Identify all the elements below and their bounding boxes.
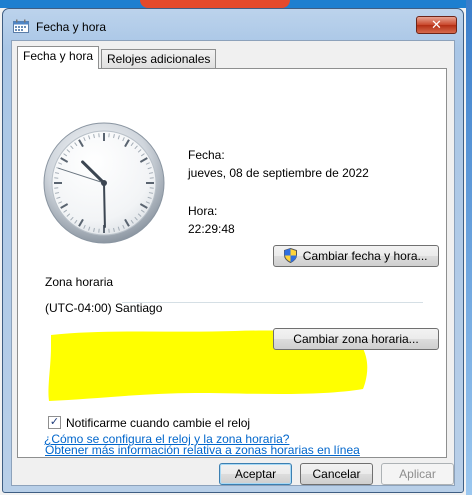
window-title: Fecha y hora [36, 20, 107, 34]
close-icon: ✕ [431, 17, 442, 32]
notify-label[interactable]: Notificarme cuando cambie el reloj [66, 416, 250, 430]
howto-link[interactable]: ¿Cómo se configura el reloj y la zona ho… [44, 432, 289, 446]
cancel-button[interactable]: Cancelar [300, 463, 373, 485]
date-label: Fecha: [188, 148, 225, 162]
timezone-section-label: Zona horaria [45, 275, 114, 289]
calendar-clock-icon [13, 19, 29, 33]
uac-shield-icon [284, 247, 298, 263]
tab-panel: Fecha: jueves, 08 de septiembre de 2022 … [17, 68, 447, 458]
title-bar[interactable]: Fecha y hora ✕ [3, 9, 463, 39]
accept-button[interactable]: Aceptar [219, 463, 292, 485]
analog-clock [43, 122, 165, 244]
change-date-time-label: Cambiar fecha y hora... [302, 249, 428, 263]
apply-button[interactable]: Aplicar [381, 463, 454, 485]
time-value: 22:29:48 [188, 222, 235, 236]
change-date-time-button[interactable]: Cambiar fecha y hora... [273, 245, 439, 267]
desktop-background-shape [140, 0, 290, 8]
clock-center [101, 180, 107, 186]
tab-relojes-adicionales[interactable]: Relojes adicionales [101, 49, 217, 69]
time-label: Hora: [188, 204, 218, 218]
change-timezone-button[interactable]: Cambiar zona horaria... [273, 328, 439, 350]
close-button[interactable]: ✕ [416, 16, 457, 34]
clock-minute-hand [103, 182, 106, 228]
dialog-window: Fecha y hora ✕ Fecha y hora Relojes adic… [2, 8, 464, 493]
timezone-separator [122, 302, 423, 303]
tab-fecha-y-hora[interactable]: Fecha y hora [17, 46, 100, 69]
dialog-client-area: Fecha y hora Relojes adicionales Fecha: … [11, 40, 455, 486]
desktop-background-edge [466, 0, 472, 495]
check-icon: ✓ [49, 416, 60, 428]
notify-checkbox[interactable]: ✓ [48, 416, 61, 429]
date-value: jueves, 08 de septiembre de 2022 [188, 166, 369, 180]
timezone-value: (UTC-04:00) Santiago [45, 301, 163, 315]
